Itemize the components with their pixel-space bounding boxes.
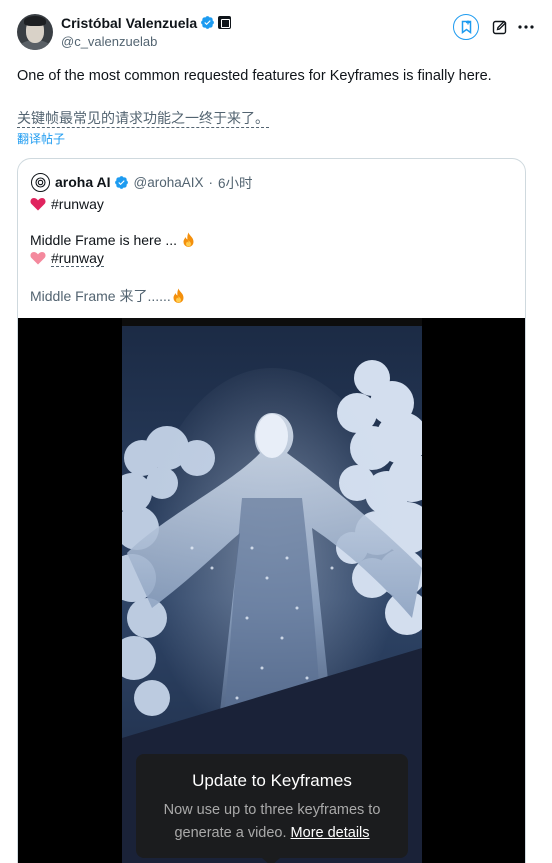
tooltip-pointer [262, 858, 280, 863]
author-name-row[interactable]: Cristóbal Valenzuela [61, 15, 232, 31]
author-handle[interactable]: @c_valenzuelab [61, 34, 157, 49]
verified-badge-icon [114, 175, 128, 189]
edit-icon [492, 20, 507, 35]
quote-header: aroha AI @arohaAIX · 6小时 [31, 172, 253, 192]
author-display-name[interactable]: Cristóbal Valenzuela [61, 15, 197, 31]
more-button[interactable] [515, 16, 537, 38]
quote-display-name[interactable]: aroha AI [55, 174, 111, 190]
more-details-link[interactable]: More details [291, 825, 370, 841]
fire-icon [183, 232, 194, 247]
quote-media[interactable]: Update to Keyframes Now use up to three … [18, 318, 525, 863]
quote-avatar[interactable] [31, 172, 50, 192]
quote-translation-text: Middle Frame 来了...... [30, 288, 171, 304]
tooltip-body: Now use up to three keyframes to generat… [136, 799, 408, 845]
affiliate-badge-icon [218, 16, 232, 29]
quote-timestamp[interactable]: 6小时 [218, 172, 253, 192]
keyframes-update-tooltip: Update to Keyframes Now use up to three … [136, 754, 408, 863]
quote-separator: · [208, 174, 214, 190]
verified-badge-icon [201, 16, 215, 29]
quote-middle-frame-text: Middle Frame is here ... [30, 232, 178, 248]
top-actions [453, 14, 537, 40]
tweet-translation: 关键帧最常见的请求功能之一终于来了。 [17, 110, 269, 128]
bookmark-icon [461, 20, 471, 34]
translate-post-link[interactable]: 翻译帖子 [17, 130, 65, 147]
aroha-logo-icon [35, 176, 46, 188]
bookmark-button[interactable] [453, 14, 479, 40]
red-heart-icon [30, 198, 46, 211]
quote-line-middle-frame: Middle Frame is here ... [30, 232, 196, 248]
more-icon [518, 25, 534, 29]
pink-heart-icon [30, 252, 46, 265]
quote-line-translation: Middle Frame 来了...... [30, 286, 186, 306]
hashtag-runway-translated[interactable]: #runway [51, 250, 104, 267]
tooltip-body-line-1: Now use up to three keyframes to [163, 802, 381, 818]
quote-handle[interactable]: @arohaAIX [134, 175, 204, 190]
tweet-text: One of the most common requested feature… [17, 68, 492, 84]
tooltip-body-line-2-text: generate a video. [174, 825, 287, 841]
quote-line-hashtag-2: #runway [30, 250, 104, 267]
hashtag-runway[interactable]: #runway [51, 196, 104, 212]
tooltip-body-line-2: generate a video. More details [136, 822, 408, 845]
fire-icon [173, 288, 184, 303]
author-avatar[interactable] [17, 14, 53, 50]
quote-line-hashtag: #runway [30, 196, 104, 212]
tooltip-title: Update to Keyframes [192, 771, 352, 790]
quoted-tweet[interactable]: aroha AI @arohaAIX · 6小时 #runway Middle … [17, 158, 526, 863]
edit-button[interactable] [489, 16, 511, 38]
